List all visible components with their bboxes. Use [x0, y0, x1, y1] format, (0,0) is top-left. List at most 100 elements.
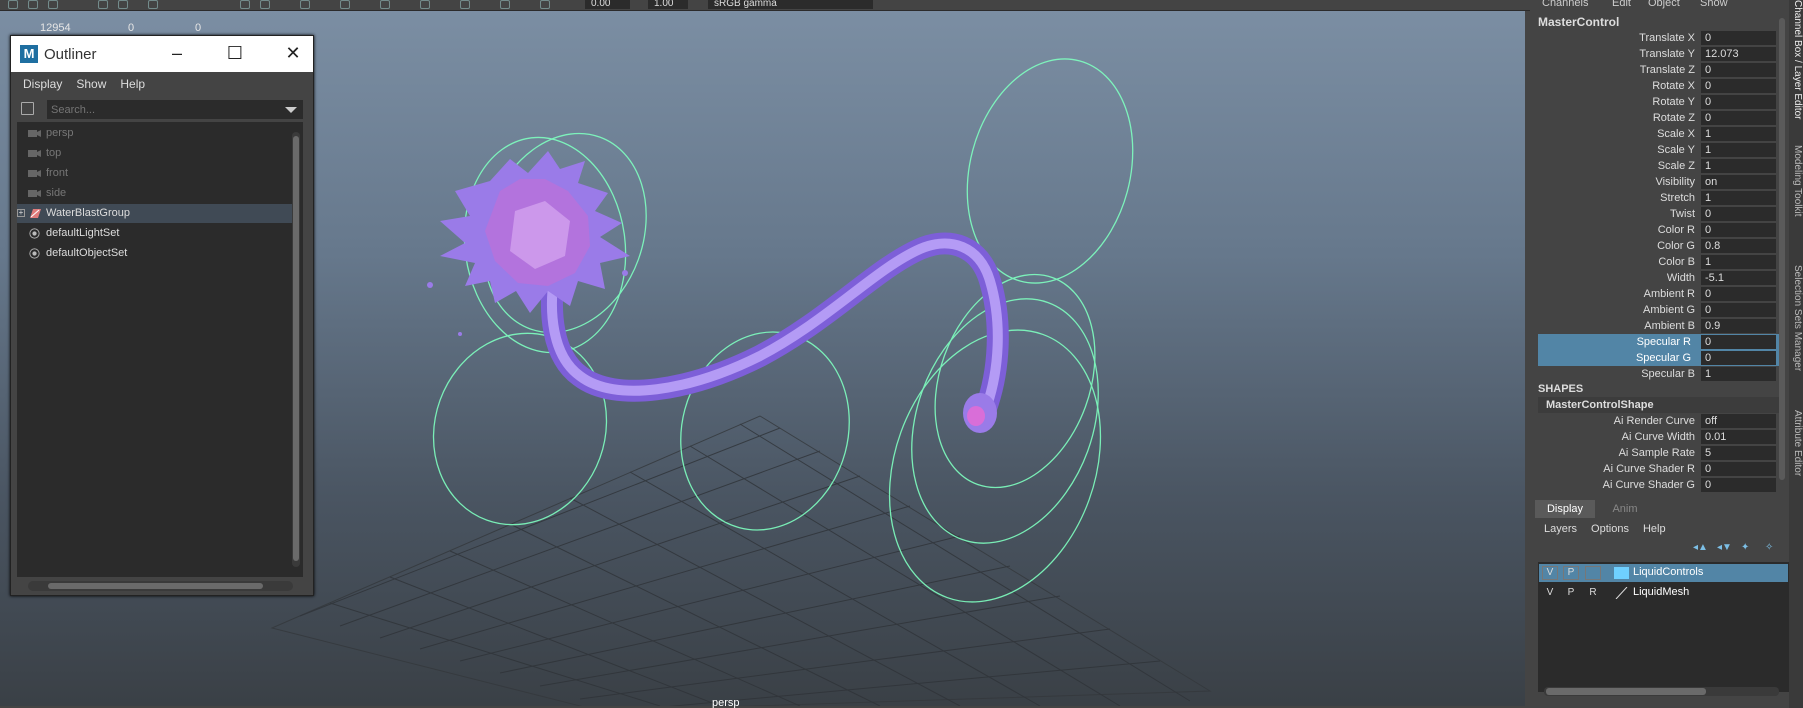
new-layer-icon[interactable]: ✦	[1741, 542, 1755, 554]
channel-row[interactable]: Color B 1	[1538, 254, 1783, 270]
menu-display[interactable]: Display	[23, 77, 62, 91]
channel-label[interactable]: Translate Z	[1640, 64, 1695, 76]
channel-label[interactable]: Color G	[1657, 240, 1695, 252]
channel-row[interactable]: Rotate Z 0	[1538, 110, 1783, 126]
outliner-titlebar[interactable]: M Outliner – ☐ ✕	[11, 36, 313, 72]
channel-row[interactable]: Ambient B 0.9	[1538, 318, 1783, 334]
channel-label[interactable]: Ai Curve Shader R	[1603, 463, 1695, 475]
tab-attribute-editor[interactable]: Attribute Editor	[1789, 410, 1803, 500]
tool-icon[interactable]	[98, 0, 108, 9]
channel-value-field[interactable]: 0.01	[1701, 430, 1776, 444]
channel-value-field[interactable]: 12.073	[1701, 47, 1776, 61]
minimize-button[interactable]: –	[148, 36, 206, 72]
channel-label[interactable]: Translate X	[1639, 32, 1695, 44]
channel-label[interactable]: Ai Curve Shader G	[1603, 479, 1695, 491]
channel-row[interactable]: Translate Z 0	[1538, 62, 1783, 78]
chevron-down-icon[interactable]	[285, 107, 297, 113]
tool-icon[interactable]	[500, 0, 510, 9]
channel-value-field[interactable]: 1	[1701, 367, 1776, 381]
outliner-item-side[interactable]: side	[17, 184, 293, 203]
menu-options[interactable]: Options	[1591, 523, 1629, 535]
channel-label[interactable]: Specular B	[1641, 368, 1695, 380]
reference-toggle[interactable]: R	[1585, 586, 1601, 600]
tool-icon[interactable]	[300, 0, 310, 9]
channel-value-field[interactable]: 0	[1701, 95, 1776, 109]
tool-icon[interactable]	[380, 0, 390, 9]
channel-row[interactable]: Ai Curve Shader G 0	[1538, 477, 1783, 493]
maximize-button[interactable]: ☐	[206, 36, 264, 72]
selected-object-name[interactable]: MasterControl	[1530, 11, 1789, 30]
channel-value-field[interactable]: 0	[1701, 462, 1776, 476]
channel-row[interactable]: Width -5.1	[1538, 270, 1783, 286]
search-input[interactable]	[47, 100, 303, 119]
channel-row[interactable]: Ai Curve Shader R 0	[1538, 461, 1783, 477]
vertical-scrollbar[interactable]	[292, 132, 300, 567]
channel-label[interactable]: Scale Z	[1658, 160, 1695, 172]
visibility-toggle[interactable]: V	[1542, 566, 1558, 580]
filter-icon[interactable]	[21, 102, 34, 115]
layer-color-swatch[interactable]	[1614, 587, 1629, 599]
channel-row[interactable]: Color G 0.8	[1538, 238, 1783, 254]
vertical-scrollbar[interactable]	[1778, 18, 1786, 480]
channel-value-field[interactable]: off	[1701, 414, 1776, 428]
close-button[interactable]: ✕	[264, 36, 322, 72]
tab-channel-box[interactable]: Channel Box / Layer Editor	[1789, 0, 1803, 120]
exposure-field[interactable]: 0.00	[585, 0, 630, 9]
new-layer-selected-icon[interactable]: ✧	[1765, 542, 1779, 554]
menu-show[interactable]: Show	[1700, 0, 1728, 9]
channel-value-field[interactable]: on	[1701, 175, 1776, 189]
gamma-field[interactable]: 1.00	[648, 0, 688, 9]
menu-edit[interactable]: Edit	[1612, 0, 1631, 9]
menu-help[interactable]: Help	[120, 77, 145, 91]
channel-label[interactable]: Width	[1667, 272, 1695, 284]
channel-label[interactable]: Color R	[1658, 224, 1695, 236]
channel-row[interactable]: Translate Y 12.073	[1538, 46, 1783, 62]
channel-label[interactable]: Specular R	[1538, 334, 1695, 349]
playback-toggle[interactable]: P	[1563, 586, 1579, 600]
tool-icon[interactable]	[540, 0, 550, 9]
channel-row[interactable]: Ai Render Curve off	[1538, 413, 1783, 429]
tool-icon[interactable]	[48, 0, 58, 9]
outliner-item-persp[interactable]: persp	[17, 124, 293, 143]
shape-node-name[interactable]: MasterControlShape	[1538, 397, 1783, 413]
channel-value-field[interactable]: 1	[1701, 159, 1776, 173]
outliner-item-front[interactable]: front	[17, 164, 293, 183]
tool-icon[interactable]	[340, 0, 350, 9]
channel-value-field[interactable]: 0	[1701, 303, 1776, 317]
channel-row[interactable]: Scale Y 1	[1538, 142, 1783, 158]
channel-value-field[interactable]: 0	[1701, 351, 1776, 365]
tool-icon[interactable]	[260, 0, 270, 9]
channel-label[interactable]: Specular G	[1538, 350, 1695, 365]
tool-icon[interactable]	[420, 0, 430, 9]
channel-label[interactable]: Color B	[1658, 256, 1695, 268]
channel-label[interactable]: Twist	[1670, 208, 1695, 220]
scrollbar-thumb[interactable]	[48, 583, 263, 589]
channel-label[interactable]: Visibility	[1655, 176, 1695, 188]
channel-label[interactable]: Ambient B	[1644, 320, 1695, 332]
scrollbar-thumb[interactable]	[1546, 688, 1706, 695]
channel-row[interactable]: Translate X 0	[1538, 30, 1783, 46]
tab-modeling-toolkit[interactable]: Modeling Toolkit	[1789, 145, 1803, 235]
channel-label[interactable]: Ai Render Curve	[1614, 415, 1695, 427]
expand-icon[interactable]: +	[17, 209, 25, 217]
tab-display[interactable]: Display	[1535, 500, 1595, 518]
tool-icon[interactable]	[148, 0, 158, 9]
menu-layers[interactable]: Layers	[1544, 523, 1577, 535]
menu-channels[interactable]: Channels	[1542, 0, 1588, 9]
channel-row[interactable]: Color R 0	[1538, 222, 1783, 238]
channel-label[interactable]: Ambient R	[1644, 288, 1695, 300]
menu-show[interactable]: Show	[76, 77, 106, 91]
channel-value-field[interactable]: -5.1	[1701, 271, 1776, 285]
channel-label[interactable]: Rotate X	[1652, 80, 1695, 92]
channel-value-field[interactable]: 1	[1701, 255, 1776, 269]
tool-icon[interactable]	[28, 0, 38, 9]
channel-value-field[interactable]: 5	[1701, 446, 1776, 460]
outliner-item-defaultlightset[interactable]: defaultLightSet	[17, 224, 293, 243]
channel-row[interactable]: Scale X 1	[1538, 126, 1783, 142]
playback-toggle[interactable]: P	[1563, 566, 1579, 580]
channel-value-field[interactable]: 1	[1701, 143, 1776, 157]
move-layer-down-icon[interactable]: ◂▼	[1717, 542, 1732, 554]
channel-value-field[interactable]: 0	[1701, 287, 1776, 301]
channel-label[interactable]: Translate Y	[1639, 48, 1695, 60]
channel-label[interactable]: Rotate Z	[1653, 112, 1695, 124]
